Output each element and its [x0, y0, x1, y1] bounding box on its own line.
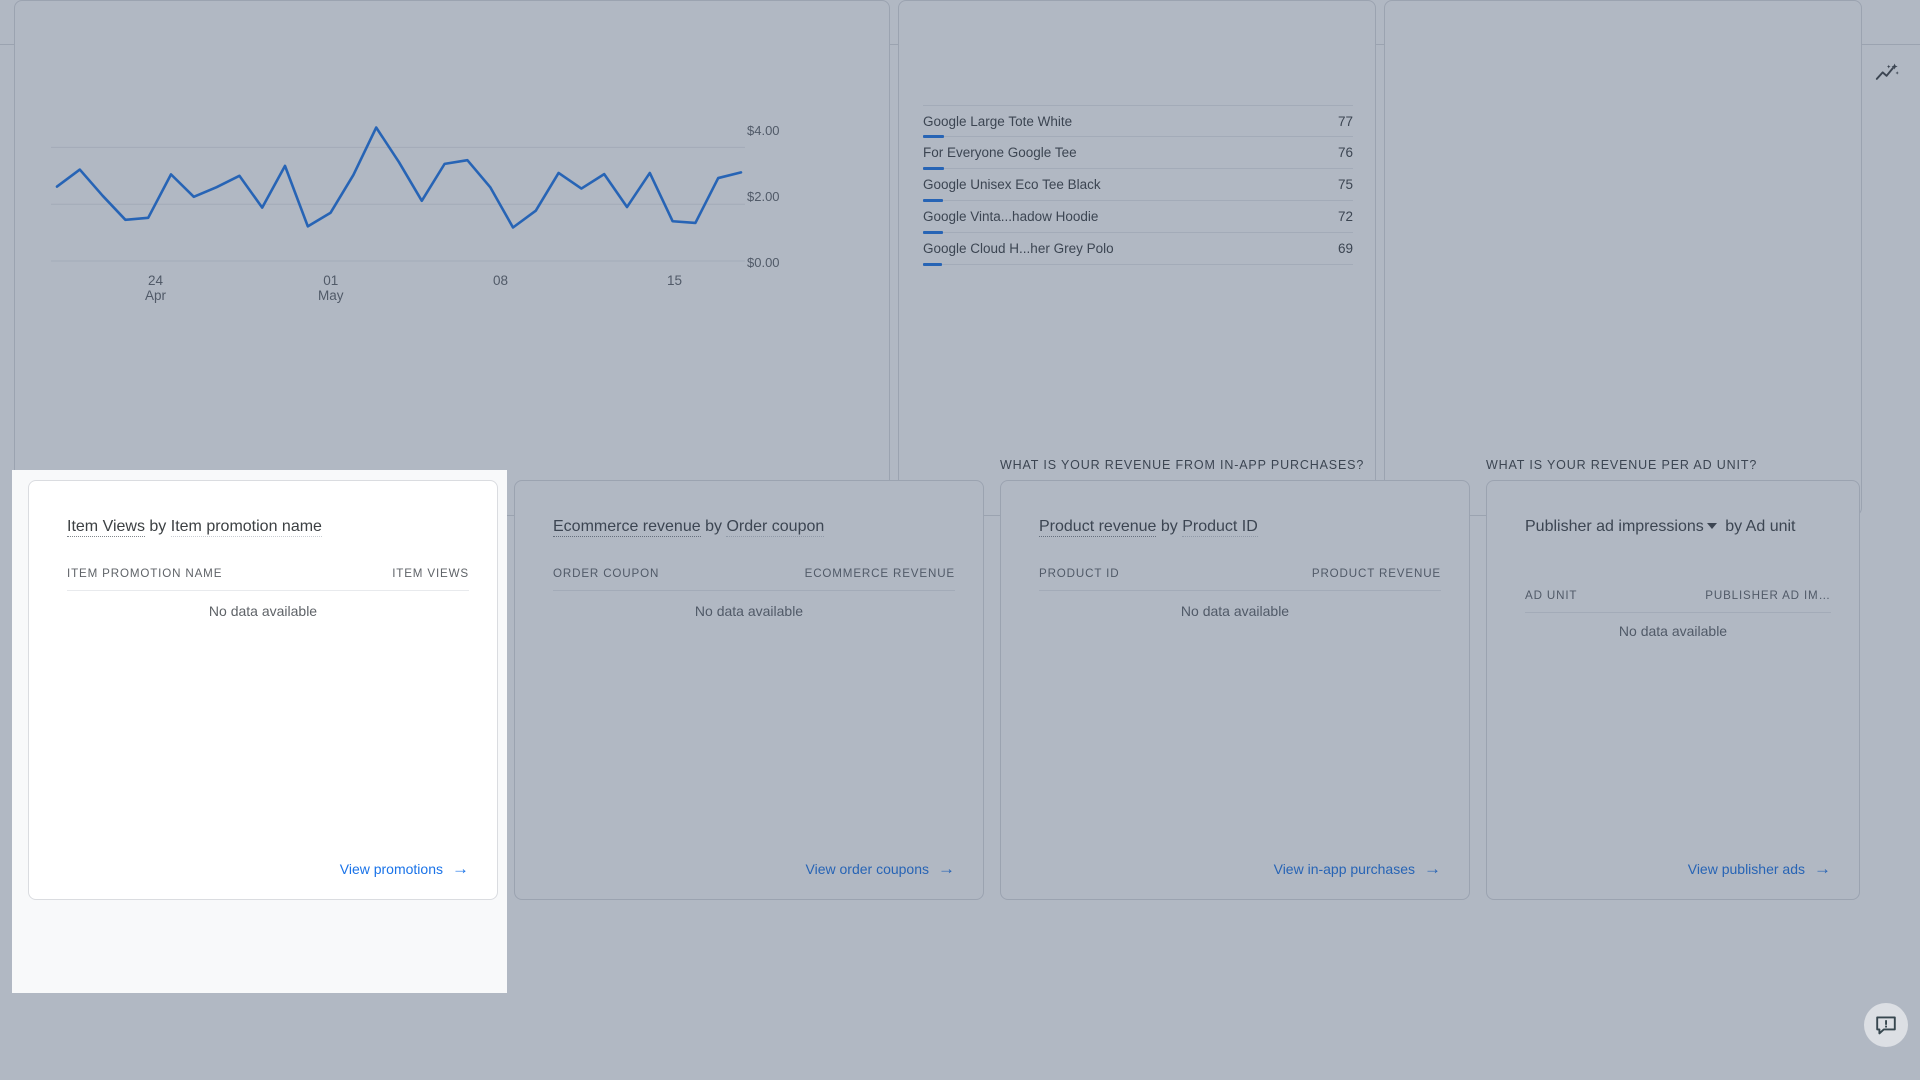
column-header-metric: ITEM VIEWS	[392, 567, 469, 580]
arrow-right-icon: →	[452, 859, 469, 878]
card-dimension-selector[interactable]: Item promotion name	[170, 518, 322, 537]
card-title: Item Views by Item promotion name	[67, 517, 322, 537]
tour-dim-overlay-bottom[interactable]	[0, 993, 1920, 1080]
view-promotions-link[interactable]: View promotions →	[340, 860, 469, 877]
card-title-joiner: by	[149, 518, 167, 535]
column-header-dimension: ITEM PROMOTION NAME	[67, 567, 223, 580]
tour-dim-overlay-right[interactable]	[507, 470, 1920, 993]
empty-state-message: No data available	[208, 603, 318, 619]
tour-dim-overlay-top[interactable]	[0, 0, 1920, 470]
card-metric-selector[interactable]: Item Views	[67, 518, 145, 537]
spotlight-region: Item Views by Item promotion name ITEM P…	[12, 470, 507, 993]
feedback-icon	[1876, 1016, 1896, 1035]
highlighted-item-views-card[interactable]: Item Views by Item promotion name ITEM P…	[28, 480, 498, 900]
column-headers: ITEM PROMOTION NAME ITEM VIEWS	[67, 567, 469, 591]
tour-dim-overlay-left[interactable]	[0, 470, 12, 993]
feedback-button[interactable]	[1864, 1003, 1908, 1047]
view-promotions-label: View promotions	[339, 860, 443, 877]
